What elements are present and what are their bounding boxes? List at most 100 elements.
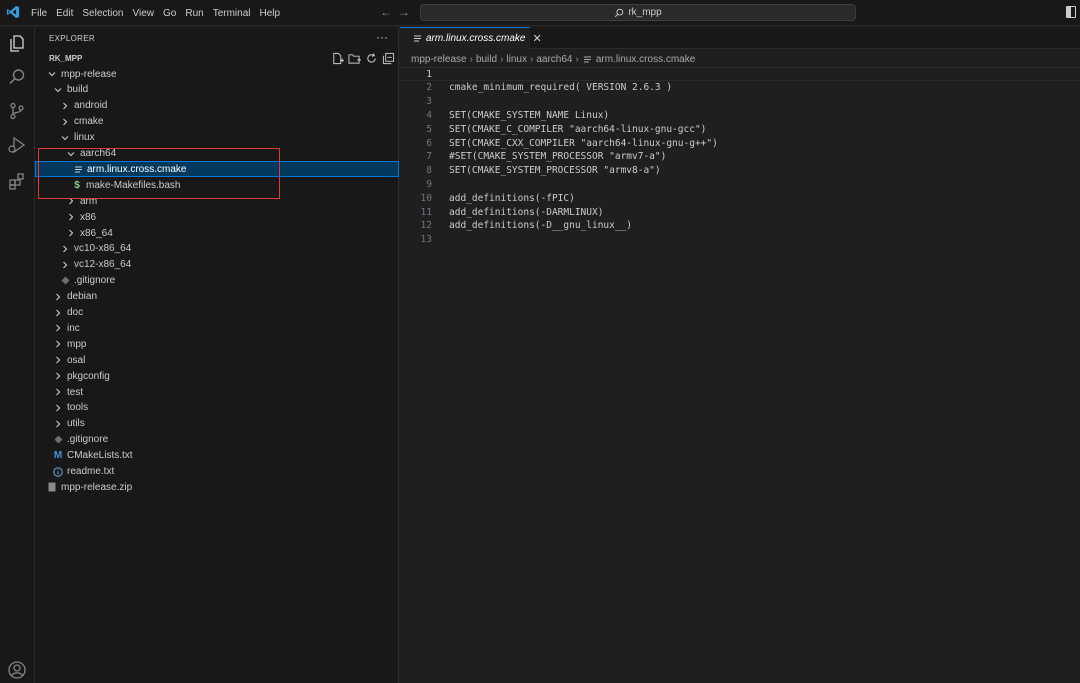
tree-file[interactable]: .gitignore [35, 273, 399, 289]
tree-file[interactable]: M CMakeLists.txt [35, 448, 399, 464]
vscode-logo-icon[interactable] [6, 5, 20, 19]
menu-terminal[interactable]: Terminal [213, 8, 251, 19]
tree-folder[interactable]: build [35, 82, 399, 98]
chevron-down-icon[interactable] [59, 132, 71, 144]
explorer-icon[interactable] [7, 33, 27, 53]
code-line[interactable]: 5 SET(CMAKE_C_COMPILER "aarch64-linux-gnu… [400, 122, 1080, 136]
extensions-icon[interactable] [7, 171, 27, 191]
chevron-right-icon[interactable] [59, 116, 71, 128]
tree-item-label: android [74, 100, 108, 112]
code-line[interactable]: 2 cmake_minimum_required( VERSION 2.6.3 ) [400, 81, 1080, 95]
tree-item-label: cmake [74, 116, 104, 128]
new-folder-icon[interactable] [348, 52, 361, 65]
code-line[interactable]: 11 add_definitions(-DARMLINUX) [400, 205, 1080, 219]
tree-folder[interactable]: debian [35, 289, 399, 305]
chevron-right-icon[interactable] [52, 291, 64, 303]
code-line[interactable]: 7 #SET(CMAKE_SYSTEM_PROCESSOR "armv7-a") [400, 150, 1080, 164]
tree-folder[interactable]: doc [35, 305, 399, 321]
account-icon[interactable] [7, 660, 27, 680]
close-icon[interactable]: ✕ [532, 32, 541, 45]
refresh-icon[interactable] [365, 52, 378, 65]
source-control-icon[interactable] [7, 101, 27, 121]
chevron-right-icon[interactable] [52, 307, 64, 319]
tree-folder[interactable]: test [35, 384, 399, 400]
menu-go[interactable]: Go [163, 8, 176, 19]
workspace-name[interactable]: RK_MPP [49, 54, 82, 63]
tree-folder[interactable]: inc [35, 320, 399, 336]
tree-folder[interactable]: linux [35, 130, 399, 146]
tree-file[interactable]: mpp-release.zip [35, 479, 399, 495]
tree-file[interactable]: .gitignore [35, 432, 399, 448]
chevron-right-icon[interactable] [52, 322, 64, 334]
code-line[interactable]: 6 SET(CMAKE_CXX_COMPILER "aarch64-linux-g… [400, 136, 1080, 150]
tree-folder[interactable]: osal [35, 352, 399, 368]
collapse-all-icon[interactable] [382, 52, 395, 65]
chevron-right-icon[interactable] [52, 338, 64, 350]
chevron-down-icon[interactable] [65, 148, 77, 160]
tab-arm-linux-cross-cmake[interactable]: arm.linux.cross.cmake ✕ [400, 27, 542, 49]
tree-folder[interactable]: pkgconfig [35, 368, 399, 384]
chevron-right-icon[interactable] [52, 370, 64, 382]
tree-file[interactable]: $ make-Makefiles.bash [35, 177, 399, 193]
code-line[interactable]: 1 [400, 67, 1080, 81]
tree-folder[interactable]: x86 [35, 209, 399, 225]
code-line[interactable]: 12 add_definitions(-D__gnu_linux__) [400, 219, 1080, 233]
line-number: 1 [426, 68, 432, 80]
tree-folder[interactable]: mpp-release [35, 66, 399, 82]
tree-folder[interactable]: vc12-x86_64 [35, 257, 399, 273]
new-file-icon[interactable] [331, 52, 344, 65]
tree-folder[interactable]: aarch64 [35, 146, 399, 162]
chevron-right-icon[interactable] [59, 243, 71, 255]
tree-file[interactable]: readme.txt [35, 464, 399, 480]
menu-run[interactable]: Run [185, 8, 203, 19]
tree-file[interactable]: arm.linux.cross.cmake [35, 161, 399, 178]
chevron-right-icon[interactable] [52, 418, 64, 430]
breadcrumb-item[interactable]: arm.linux.cross.cmake [596, 54, 695, 65]
chevron-right-icon[interactable] [65, 227, 77, 239]
code-line[interactable]: 3 [400, 95, 1080, 109]
chevron-right-icon[interactable] [52, 386, 64, 398]
tree-folder[interactable]: mpp [35, 336, 399, 352]
tree-item-label: test [67, 386, 84, 398]
tree-folder[interactable]: android [35, 98, 399, 114]
arrow-left-icon[interactable]: ← [380, 5, 392, 19]
more-actions-icon[interactable]: ··· [376, 30, 388, 44]
code-line[interactable]: 8 SET(CMAKE_SYSTEM_PROCESSOR "armv8-a") [400, 164, 1080, 178]
chevron-down-icon[interactable] [52, 84, 64, 96]
breadcrumb-item[interactable]: build [476, 54, 497, 65]
menu-help[interactable]: Help [260, 8, 281, 19]
chevron-right-icon[interactable] [65, 211, 77, 223]
zip-file-icon [46, 481, 58, 493]
code-line[interactable]: 9 [400, 177, 1080, 191]
breadcrumb-item[interactable]: linux [506, 54, 527, 65]
breadcrumb-item[interactable]: aarch64 [536, 54, 572, 65]
command-center-search[interactable]: rk_mpp [420, 4, 856, 21]
menu-file[interactable]: File [31, 8, 47, 19]
menu-selection[interactable]: Selection [82, 8, 123, 19]
chevron-right-icon[interactable] [59, 259, 71, 271]
chevron-right-icon[interactable] [52, 402, 64, 414]
code-line[interactable]: 13 [400, 233, 1080, 247]
m-cmake-icon: M [53, 450, 63, 462]
chevron-down-icon[interactable] [46, 68, 58, 80]
toggle-sidebar-icon[interactable] [1066, 6, 1076, 18]
tree-folder[interactable]: cmake [35, 114, 399, 130]
tree-folder[interactable]: arm [35, 193, 399, 209]
search-icon[interactable] [7, 67, 27, 87]
tab-label: arm.linux.cross.cmake [426, 33, 526, 44]
menu-view[interactable]: View [133, 8, 155, 19]
arrow-right-icon[interactable]: → [398, 5, 410, 19]
chevron-right-icon[interactable] [65, 195, 77, 207]
tree-folder[interactable]: vc10-x86_64 [35, 241, 399, 257]
tree-item-label: vc12-x86_64 [74, 259, 132, 271]
menu-edit[interactable]: Edit [56, 8, 73, 19]
tree-folder[interactable]: x86_64 [35, 225, 399, 241]
code-line[interactable]: 4 SET(CMAKE_SYSTEM_NAME Linux) [400, 108, 1080, 122]
tree-folder[interactable]: tools [35, 400, 399, 416]
breadcrumb-item[interactable]: mpp-release [411, 54, 467, 65]
chevron-right-icon[interactable] [52, 354, 64, 366]
code-line[interactable]: 10 add_definitions(-fPIC) [400, 191, 1080, 205]
run-debug-icon[interactable] [7, 135, 27, 155]
chevron-right-icon[interactable] [59, 100, 71, 112]
tree-folder[interactable]: utils [35, 416, 399, 432]
